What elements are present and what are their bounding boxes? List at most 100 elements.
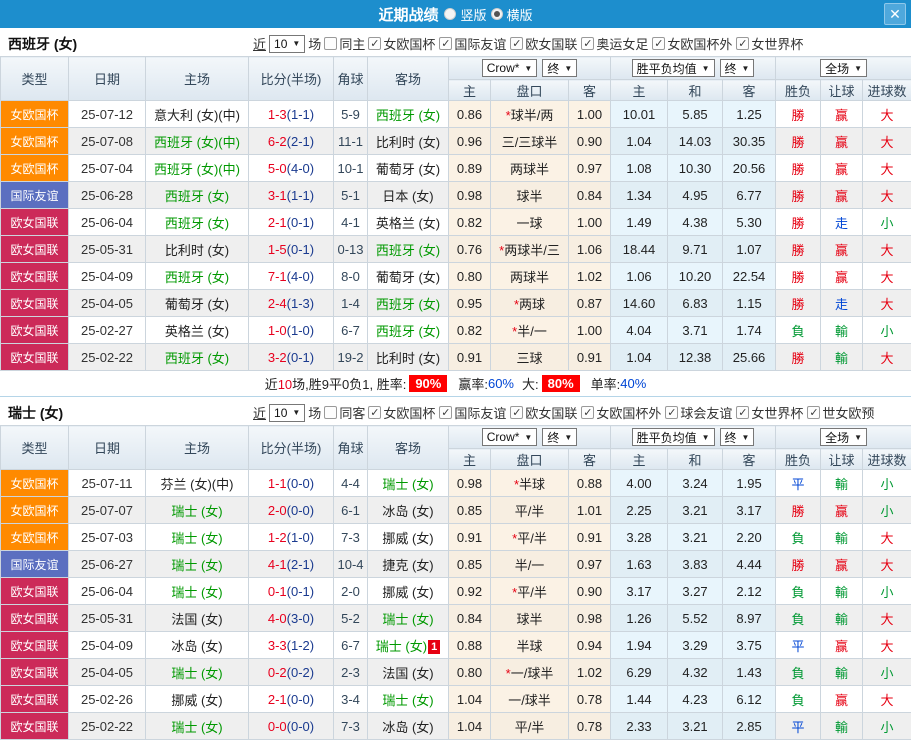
away-team: 比利时 (女) — [367, 127, 449, 155]
match-type-badge: 女欧国杯 — [0, 496, 69, 524]
summary-text: 近10场,胜9平0负1, 胜率: — [264, 377, 407, 392]
handicap-group-header: Crow* ▼ 终 ▼ — [447, 56, 612, 80]
section-title: 瑞士 (女) — [8, 404, 64, 421]
avg-odds-home: 1.04 — [610, 343, 669, 371]
handicap-line: 平/半 — [490, 712, 569, 740]
sub-header-away-odds: 客 — [567, 79, 612, 101]
odds-source-select[interactable]: Crow* ▼ — [481, 59, 538, 77]
scope-select[interactable]: 全场 ▼ — [820, 428, 868, 446]
competition-checkbox[interactable]: ✓ 奥运女足 — [581, 34, 648, 53]
handicap-odds-home: 0.98 — [448, 469, 491, 497]
period-select[interactable]: 终 ▼ — [719, 428, 755, 446]
corner-score: 5-9 — [333, 100, 368, 128]
scope-select[interactable]: 全场 ▼ — [820, 59, 868, 77]
handicap-odds-away: 0.87 — [567, 289, 612, 317]
period-select[interactable]: 终 ▼ — [719, 59, 755, 77]
match-count-select[interactable]: 10 ▼ — [269, 403, 306, 422]
same-away-checkbox[interactable]: 同客 — [324, 403, 365, 422]
home-team: 英格兰 (女) — [145, 316, 249, 344]
competition-checkbox[interactable]: ✓ 女欧国杯 — [368, 34, 435, 53]
result-handicap: 赢 — [820, 550, 864, 578]
period-select[interactable]: 终 ▼ — [542, 59, 578, 77]
handicap-odds-home: 0.84 — [448, 604, 491, 632]
handicap-win-label: 赢率: — [458, 377, 488, 392]
match-type-badge: 女欧国杯 — [0, 100, 69, 128]
handicap-odds-home: 0.91 — [448, 523, 491, 551]
handicap-line: *半球 — [490, 469, 569, 497]
handicap-odds-home: 0.76 — [448, 235, 491, 263]
avg-odds-draw: 4.38 — [667, 208, 724, 236]
handicap-line: 三球 — [490, 343, 569, 371]
result-handicap: 赢 — [820, 496, 864, 524]
avg-odds-home: 2.25 — [610, 496, 669, 524]
period-select[interactable]: 终 ▼ — [542, 428, 578, 446]
match-score: 2-1(0-0) — [248, 685, 334, 713]
match-date: 25-05-31 — [68, 235, 146, 263]
competition-checkbox[interactable]: ✓ 世女欧预 — [807, 403, 874, 422]
handicap-line: 半/一 — [490, 550, 569, 578]
result-handicap: 赢 — [820, 100, 864, 128]
competition-label: 欧女国联 — [525, 37, 578, 52]
close-button[interactable]: ✕ — [884, 3, 906, 25]
handicap-line: 一/球半 — [490, 685, 569, 713]
handicap-odds-away: 0.90 — [567, 577, 612, 605]
competition-checkbox[interactable]: ✓ 女欧国杯外 — [581, 403, 661, 422]
checkbox-checked-icon: ✓ — [581, 406, 595, 419]
match-score: 1-3(1-1) — [248, 100, 334, 128]
match-type-badge: 女欧国杯 — [0, 154, 69, 182]
competition-checkbox[interactable]: ✓ 女欧国杯外 — [652, 34, 732, 53]
avg-odds-draw: 9.71 — [667, 235, 724, 263]
handicap-odds-away: 0.98 — [567, 604, 612, 632]
handicap-line: 平/半 — [490, 496, 569, 524]
result-wdl: 負 — [775, 685, 822, 713]
handicap-odds-away: 0.88 — [567, 469, 612, 497]
odds-source-select[interactable]: Crow* ▼ — [481, 428, 538, 446]
match-type-badge: 国际友谊 — [0, 550, 69, 578]
competition-checkbox[interactable]: ✓ 女欧国杯 — [368, 403, 435, 422]
competition-checkbox[interactable]: ✓ 国际友谊 — [439, 34, 506, 53]
handicap-odds-home: 0.86 — [448, 100, 491, 128]
checkbox-checked-icon: ✓ — [736, 37, 750, 50]
home-team: 西班牙 (女) — [145, 208, 249, 236]
result-goals: 小 — [862, 469, 911, 497]
same-home-checkbox[interactable]: 同主 — [324, 34, 365, 53]
competition-checkbox[interactable]: ✓ 国际友谊 — [439, 403, 506, 422]
checkbox-checked-icon: ✓ — [439, 37, 453, 50]
competition-checkbox[interactable]: ✓ 女世界杯 — [736, 34, 803, 53]
horizontal-layout-radio[interactable] — [490, 8, 503, 20]
handicap-win-value: 60% — [487, 376, 514, 391]
result-wdl: 勝 — [775, 496, 822, 524]
match-type-badge: 国际友谊 — [0, 181, 69, 209]
handicap-odds-home: 0.91 — [448, 343, 491, 371]
match-score: 1-0(1-0) — [248, 316, 334, 344]
col-header-date: 日期 — [68, 56, 146, 101]
competition-checkbox[interactable]: ✓ 欧女国联 — [510, 34, 577, 53]
match-count-select[interactable]: 10 ▼ — [269, 34, 306, 53]
corner-score: 1-4 — [333, 289, 368, 317]
avg-odds-select[interactable]: 胜平负均值 ▼ — [631, 428, 715, 446]
match-row: 女欧国杯 25-07-07 瑞士 (女) 2-0(0-0) 6-1 冰岛 (女) 0.85 平… — [0, 496, 911, 524]
section-title: 西班牙 (女) — [8, 35, 78, 52]
handicap-line: *平/半 — [490, 523, 569, 551]
vertical-layout-radio[interactable] — [444, 8, 457, 20]
match-row: 欧女国联 25-02-26 挪威 (女) 2-1(0-0) 3-4 瑞士 (女) 1.04 一… — [0, 685, 911, 713]
competition-checkbox[interactable]: ✓ 女世界杯 — [736, 403, 803, 422]
checkbox-checked-icon: ✓ — [581, 37, 595, 50]
sub-header-goals: 进球数 — [862, 79, 911, 101]
competition-label: 国际友谊 — [454, 37, 507, 52]
avg-odds-away: 5.30 — [722, 208, 777, 236]
match-type-badge: 女欧国杯 — [0, 127, 69, 155]
checkbox-checked-icon: ✓ — [368, 37, 382, 50]
section-head: 西班牙 (女) 近 10 ▼ 场 同主 ✓ 女欧国杯 ✓ 国际友谊 ✓ 欧女国联 ✓ 奥运女足… — [0, 31, 911, 56]
result-goals: 小 — [862, 208, 911, 236]
competition-label: 女欧国杯外 — [667, 37, 733, 52]
switzerland-section: 瑞士 (女) 近 10 ▼ 场 同客 ✓ 女欧国杯 ✓ 国际友谊 ✓ 欧女国联 ✓ 女欧国杯外… — [0, 400, 911, 740]
result-wdl: 勝 — [775, 262, 822, 290]
result-goals: 大 — [862, 631, 911, 659]
corner-score: 8-0 — [333, 262, 368, 290]
avg-odds-select[interactable]: 胜平负均值 ▼ — [631, 59, 715, 77]
away-team: 西班牙 (女) — [367, 100, 449, 128]
competition-checkbox[interactable]: ✓ 欧女国联 — [510, 403, 577, 422]
competition-checkbox[interactable]: ✓ 球会友谊 — [665, 403, 732, 422]
result-handicap: 赢 — [820, 127, 864, 155]
